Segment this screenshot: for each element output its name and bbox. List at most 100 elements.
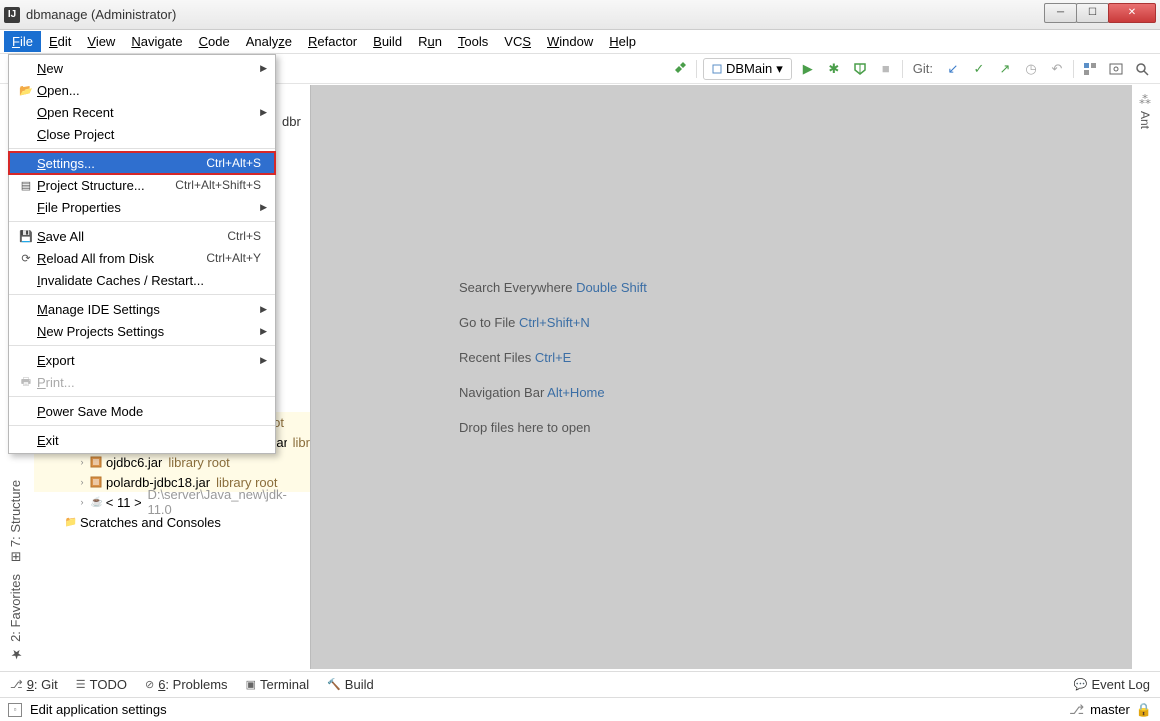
stop-button[interactable]: ■ xyxy=(876,59,896,79)
menu-build[interactable]: Build xyxy=(365,31,410,52)
tree-expand-icon[interactable]: › xyxy=(76,497,88,507)
structure-icon: ⊞ xyxy=(8,551,23,562)
tree-row[interactable]: › ☕ < 11 > D:\server\Java_new\jdk-11.0 xyxy=(34,492,310,512)
tree-item-icon: ☕ xyxy=(90,497,104,508)
search-everywhere-icon[interactable] xyxy=(1106,59,1126,79)
git-push-icon[interactable]: ↗ xyxy=(995,59,1015,79)
menu-file[interactable]: File xyxy=(4,31,41,52)
coverage-button[interactable] xyxy=(850,59,870,79)
tree-item-tag: D:\server\Java_new\jdk-11.0 xyxy=(143,487,310,517)
statusbar-text: Edit application settings xyxy=(30,702,167,717)
menu-edit[interactable]: Edit xyxy=(41,31,79,52)
debug-button[interactable]: ✱ xyxy=(824,59,844,79)
menu-refactor[interactable]: Refactor xyxy=(300,31,365,52)
file-menu-item[interactable]: 🖶 Print... xyxy=(9,371,275,393)
file-menu-item[interactable]: Open Recent ▶ xyxy=(9,101,275,123)
structure-tool-button[interactable]: ⊞7: Structure xyxy=(8,480,23,562)
file-menu-item[interactable]: 💾 Save All Ctrl+S xyxy=(9,225,275,247)
branch-icon: ⎇ xyxy=(10,678,23,691)
menu-window[interactable]: Window xyxy=(539,31,601,52)
file-menu-item[interactable]: Power Save Mode xyxy=(9,400,275,422)
toolbar-separator xyxy=(696,60,697,78)
tree-item-name: Scratches and Consoles xyxy=(80,515,221,530)
file-menu-item[interactable]: Close Project xyxy=(9,123,275,145)
git-history-icon[interactable]: ◷ xyxy=(1021,59,1041,79)
tree-item-tag: libr xyxy=(289,435,310,450)
file-menu-item[interactable]: Manage IDE Settings ▶ xyxy=(9,298,275,320)
ide-scope-icon[interactable] xyxy=(1080,59,1100,79)
build-tool-button[interactable]: 🔨Build xyxy=(327,677,374,692)
favorites-tool-button[interactable]: ★2: Favorites xyxy=(8,574,23,661)
file-menu-item[interactable]: Settings... Ctrl+Alt+S xyxy=(9,152,275,174)
git-label: Git: xyxy=(909,61,937,76)
ant-tool-button[interactable]: Ant xyxy=(1138,111,1152,129)
file-menu-dropdown: New ▶ 📂 Open... Open Recent ▶ Close Proj… xyxy=(8,54,276,454)
tree-item-icon xyxy=(90,476,104,488)
file-menu-item[interactable]: ▤ Project Structure... Ctrl+Alt+Shift+S xyxy=(9,174,275,196)
toolbar-separator xyxy=(1073,60,1074,78)
file-menu-item[interactable]: Exit xyxy=(9,429,275,451)
file-menu-item[interactable]: New ▶ xyxy=(9,57,275,79)
keyboard-shortcut: Ctrl+Shift+N xyxy=(519,315,590,330)
file-menu-item[interactable]: File Properties ▶ xyxy=(9,196,275,218)
tool-windows-icon[interactable]: ▫ xyxy=(8,703,22,717)
file-menu-item[interactable]: New Projects Settings ▶ xyxy=(9,320,275,342)
menu-vcs[interactable]: VCS xyxy=(496,31,539,52)
search-icon[interactable] xyxy=(1132,59,1152,79)
menu-code[interactable]: Code xyxy=(191,31,238,52)
window-close-button[interactable]: ✕ xyxy=(1108,3,1156,23)
todo-icon: ☰ xyxy=(76,678,86,691)
statusbar-branch[interactable]: master xyxy=(1090,702,1130,717)
reload-icon: ⟳ xyxy=(17,252,35,265)
save-icon: 💾 xyxy=(17,230,35,243)
menu-tools[interactable]: Tools xyxy=(450,31,496,52)
run-button[interactable]: ▶ xyxy=(798,59,818,79)
window-maximize-button[interactable]: ☐ xyxy=(1076,3,1109,23)
todo-tool-button[interactable]: ☰TODO xyxy=(76,677,127,692)
problems-icon: ⊘ xyxy=(145,678,154,691)
tree-row[interactable]: › ojdbc6.jar library root xyxy=(34,452,310,472)
project-structure-icon: ▤ xyxy=(17,179,35,192)
chevron-down-icon: ▾ xyxy=(776,61,783,77)
welcome-tip: Go to File Ctrl+Shift+N xyxy=(459,314,647,331)
file-menu-item[interactable]: Invalidate Caches / Restart... xyxy=(9,269,275,291)
menu-navigate[interactable]: Navigate xyxy=(123,31,190,52)
run-config-icon xyxy=(712,64,722,74)
git-update-icon[interactable]: ↙ xyxy=(943,59,963,79)
window-titlebar: IJ dbmanage (Administrator) ─ ☐ ✕ xyxy=(0,0,1160,30)
ant-icon[interactable]: ⁂ xyxy=(1139,93,1151,107)
menu-separator xyxy=(9,294,275,295)
menu-view[interactable]: View xyxy=(79,31,123,52)
tree-item-name: < 11 > xyxy=(106,495,142,510)
menu-analyze[interactable]: Analyze xyxy=(238,31,300,52)
terminal-tool-button[interactable]: ▣Terminal xyxy=(246,677,310,692)
git-tool-button[interactable]: ⎇9: Git xyxy=(10,677,58,692)
hammer-icon[interactable] xyxy=(670,59,690,79)
menu-run[interactable]: Run xyxy=(410,31,450,52)
welcome-tip: Navigation Bar Alt+Home xyxy=(459,384,647,401)
bottom-tool-bar: ⎇9: Git ☰TODO ⊘6: Problems ▣Terminal 🔨Bu… xyxy=(0,671,1160,697)
git-commit-icon[interactable]: ✓ xyxy=(969,59,989,79)
keyboard-shortcut: Alt+Home xyxy=(547,385,604,400)
welcome-tip: Search Everywhere Double Shift xyxy=(459,279,647,296)
menu-separator xyxy=(9,425,275,426)
file-menu-item[interactable]: 📂 Open... xyxy=(9,79,275,101)
tree-expand-icon[interactable]: › xyxy=(76,477,88,487)
problems-tool-button[interactable]: ⊘6: Problems xyxy=(145,677,228,692)
git-rollback-icon[interactable]: ↶ xyxy=(1047,59,1067,79)
tree-item-icon xyxy=(90,456,104,468)
run-config-selector[interactable]: DBMain ▾ xyxy=(703,58,792,80)
menu-help[interactable]: Help xyxy=(601,31,644,52)
tree-expand-icon[interactable]: › xyxy=(76,457,88,467)
tree-item-icon: 📁 xyxy=(64,517,78,528)
menu-separator xyxy=(9,148,275,149)
menu-separator xyxy=(9,396,275,397)
event-log-button[interactable]: 💬Event Log xyxy=(1074,677,1150,692)
window-minimize-button[interactable]: ─ xyxy=(1044,3,1077,23)
menu-separator xyxy=(9,345,275,346)
keyboard-shortcut: Ctrl+E xyxy=(535,350,571,365)
file-menu-item[interactable]: ⟳ Reload All from Disk Ctrl+Alt+Y xyxy=(9,247,275,269)
file-menu-item[interactable]: Export ▶ xyxy=(9,349,275,371)
lock-icon[interactable]: 🔒 xyxy=(1136,702,1152,718)
right-tool-gutter: ⁂ Ant xyxy=(1134,85,1156,669)
